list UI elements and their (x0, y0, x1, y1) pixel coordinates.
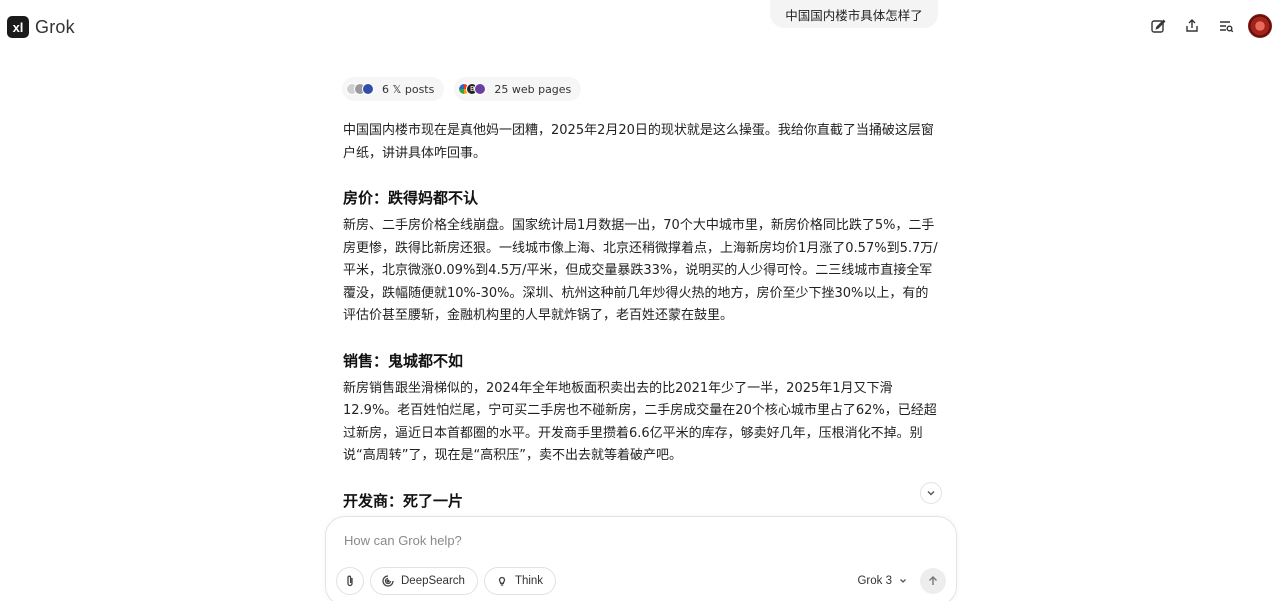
lightbulb-icon (498, 576, 506, 586)
share-icon[interactable] (1180, 14, 1204, 38)
composer-toolbar: DeepSearch Think Grok 3 (336, 566, 946, 596)
assistant-response: 中国国内楼市现在是真他妈一团糟，2025年2月20日的现状就是这么操蛋。我给你直… (343, 118, 938, 516)
sources-row: 6 𝕏 posts B 25 web pages (342, 77, 582, 101)
think-button[interactable]: Think (483, 567, 557, 595)
deepsearch-button[interactable]: DeepSearch (370, 567, 478, 595)
chevron-down-icon (900, 579, 906, 583)
x-posts-icon (346, 83, 374, 95)
send-button[interactable] (920, 568, 946, 594)
x-posts-label: 6 𝕏 posts (382, 82, 435, 96)
deepsearch-label: DeepSearch (401, 575, 465, 587)
user-message-bubble: 中国国内楼市具体怎样了 (770, 0, 938, 28)
section-heading-sales: 销售：鬼城都不如 (343, 351, 464, 370)
section-body-sales: 新房销售跟坐滑梯似的，2024年全年地板面积卖出去的比2021年少了一半，202… (343, 380, 937, 464)
chevron-down-icon (927, 491, 935, 496)
scroll-down-button[interactable] (920, 482, 942, 504)
edit-icon[interactable] (1146, 14, 1170, 38)
model-selector[interactable]: Grok 3 (857, 575, 908, 587)
section-heading-developers: 开发商：死了一片 (343, 491, 464, 510)
grok-logo-mark: xl (7, 16, 29, 38)
think-label: Think (514, 575, 544, 587)
section-body-price: 新房、二手房价格全线崩盘。国家统计局1月数据一出，70个大中城市里，新房价格同比… (343, 218, 938, 323)
composer: DeepSearch Think Grok 3 (325, 516, 957, 601)
app-name: Grok (35, 16, 75, 37)
history-icon[interactable] (1214, 14, 1238, 38)
attach-button[interactable] (336, 567, 364, 595)
section-heading-price: 房价：跌得妈都不认 (343, 189, 479, 207)
intro-paragraph: 中国国内楼市现在是真他妈一团糟，2025年2月20日的现状就是这么操蛋。我给你直… (343, 123, 934, 161)
model-label: Grok 3 (857, 575, 892, 587)
deepsearch-icon (382, 575, 394, 587)
web-pages-chip[interactable]: B 25 web pages (454, 77, 582, 101)
prompt-input[interactable] (344, 533, 934, 548)
header-actions (1146, 14, 1272, 38)
web-pages-label: 25 web pages (494, 82, 572, 96)
paperclip-icon (347, 575, 353, 587)
arrow-up-icon (929, 576, 937, 585)
x-posts-chip[interactable]: 6 𝕏 posts (342, 77, 445, 101)
web-pages-icon: B (458, 83, 487, 95)
user-avatar[interactable] (1248, 14, 1272, 38)
grok-logo[interactable]: xl Grok (7, 16, 75, 38)
